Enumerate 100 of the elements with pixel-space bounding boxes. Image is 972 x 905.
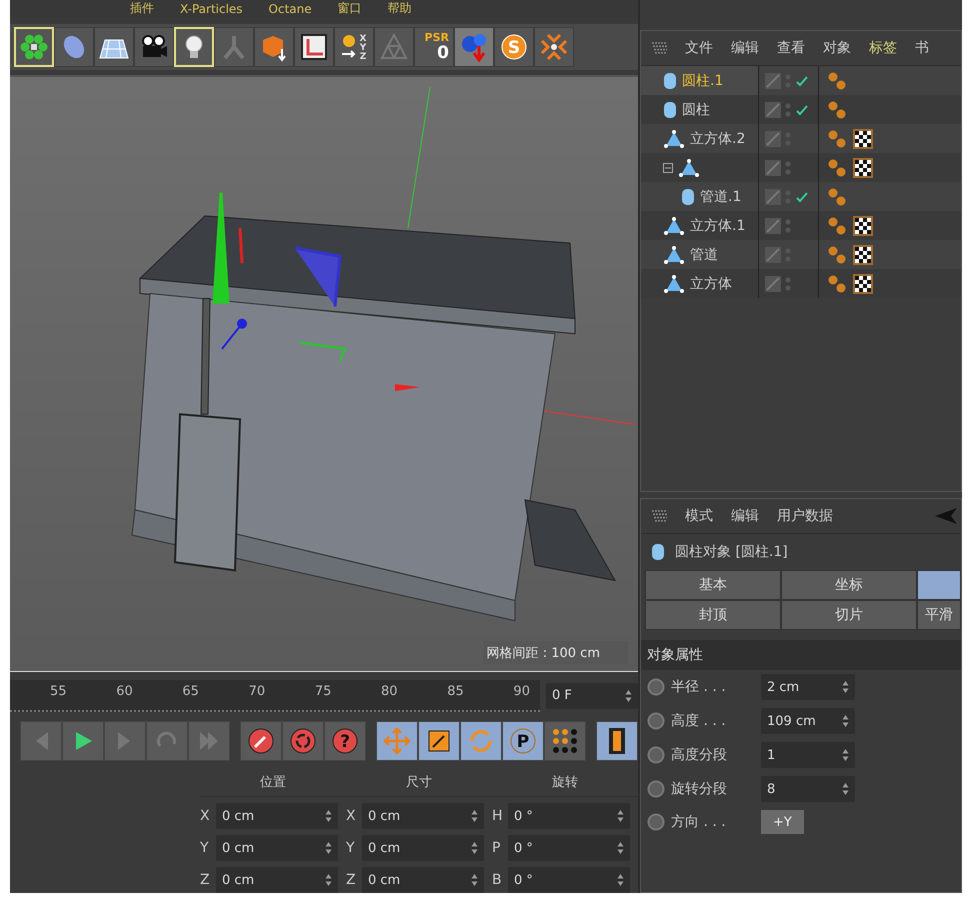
menu-item[interactable]: 查看 (777, 39, 805, 57)
checker-tag-icon[interactable] (853, 244, 873, 264)
collapse-icon[interactable] (663, 162, 673, 172)
mode-button[interactable] (544, 720, 586, 761)
coordinate-field[interactable]: 0 cm (362, 803, 484, 829)
menu-item[interactable]: X-Particles (180, 2, 243, 16)
spinner-arrows-icon[interactable] (471, 809, 478, 823)
checker-tag-icon[interactable] (853, 158, 873, 178)
toolbar-button[interactable] (294, 26, 334, 67)
3d-viewport[interactable]: 网格间距 : 100 cm (10, 75, 638, 672)
phong-tag-icon[interactable] (827, 274, 847, 294)
check-icon[interactable] (795, 190, 809, 204)
menu-item[interactable]: 帮助 (388, 0, 412, 18)
checker-tag-icon[interactable] (853, 128, 873, 148)
coordinate-field[interactable]: 0 cm (362, 835, 484, 861)
menu-item[interactable]: 编辑 (731, 507, 759, 525)
menu-item[interactable]: 对象 (823, 39, 851, 57)
toolbar-button[interactable] (94, 26, 134, 67)
spinner-arrows-icon[interactable] (617, 873, 624, 887)
timeline-ruler[interactable]: 55 60 65 70 75 80 85 90 (10, 680, 540, 712)
keyframe-circle-icon[interactable] (647, 712, 665, 730)
number-field[interactable]: 1 (761, 742, 855, 768)
mode-button[interactable] (460, 720, 502, 761)
menu-item[interactable]: Octane (268, 2, 312, 16)
mode-button[interactable] (376, 720, 418, 761)
render-button[interactable] (596, 720, 638, 761)
checker-tag-icon[interactable] (853, 216, 873, 236)
phong-tag-icon[interactable] (827, 128, 847, 148)
layer-swatch-icon (765, 276, 781, 292)
check-icon[interactable] (795, 102, 809, 116)
keyframe-circle-icon[interactable] (647, 678, 665, 696)
menu-item[interactable]: 插件 (130, 0, 154, 18)
spinner-arrows-icon[interactable] (617, 809, 624, 823)
menu-item[interactable]: 模式 (685, 507, 713, 525)
phong-tag-icon[interactable] (827, 216, 847, 236)
tool-button[interactable]: ? (324, 720, 366, 761)
spinner-arrows-icon[interactable] (471, 873, 478, 887)
spinner-arrows-icon[interactable] (625, 688, 632, 703)
object-name[interactable]: 圆柱 (682, 100, 710, 118)
coordinate-field[interactable]: 0 cm (216, 835, 338, 861)
visibility-dots-icon[interactable] (785, 160, 791, 176)
phong-tag-icon[interactable] (827, 70, 847, 90)
phong-tag-icon[interactable] (827, 100, 847, 120)
visibility-dots-icon[interactable] (785, 218, 791, 234)
object-name[interactable]: 立方体 (690, 274, 732, 292)
phong-tag-icon[interactable] (827, 158, 847, 178)
coordinate-field[interactable]: 0 ° (508, 803, 630, 829)
object-name[interactable]: 立方体.1 (690, 216, 746, 234)
coordinate-field[interactable]: 0 cm (362, 867, 484, 893)
frame-field[interactable]: 0 F (546, 682, 638, 709)
coordinate-field[interactable]: 0 cm (216, 803, 338, 829)
spinner-arrows-icon[interactable] (842, 714, 849, 728)
coordinate-field[interactable]: 0 ° (508, 867, 630, 893)
cycle-icon (288, 726, 318, 756)
attribute-tab[interactable]: 平滑 (917, 600, 961, 630)
spinner-arrows-icon[interactable] (617, 841, 624, 855)
number-field[interactable]: 2 cm (761, 674, 855, 700)
spinner-arrows-icon[interactable] (842, 748, 849, 762)
object-name[interactable]: 立方体.2 (690, 130, 746, 148)
phong-tag-icon[interactable] (827, 244, 847, 264)
number-field[interactable]: 109 cm (761, 708, 855, 734)
coordinate-field[interactable]: 0 ° (508, 835, 630, 861)
spinner-arrows-icon[interactable] (325, 841, 332, 855)
tool-button[interactable] (240, 720, 282, 761)
spinner-arrows-icon[interactable] (325, 873, 332, 887)
keyframe-circle-icon[interactable] (647, 746, 665, 764)
menu-item[interactable]: 文件 (685, 39, 713, 57)
keyframe-circle-icon[interactable] (647, 780, 665, 798)
spinner-arrows-icon[interactable] (842, 782, 849, 796)
toolbar-button[interactable] (254, 26, 294, 67)
attribute-tab[interactable]: 坐标 (781, 570, 917, 600)
spinner-arrows-icon[interactable] (842, 680, 849, 694)
spinner-arrows-icon[interactable] (325, 809, 332, 823)
object-name[interactable]: 管道.1 (700, 188, 742, 206)
phong-tag-icon[interactable] (827, 186, 847, 206)
menu-item[interactable]: 标签 (869, 39, 897, 57)
menu-item[interactable]: 窗口 (338, 0, 362, 18)
number-field[interactable]: 8 (761, 776, 855, 802)
menu-item[interactable]: 用户数据 (777, 507, 833, 525)
visibility-dots-icon[interactable] (785, 102, 791, 118)
psr-button[interactable]: PSR 0 (414, 26, 454, 67)
mode-button[interactable]: P (502, 720, 544, 761)
transport-button[interactable] (62, 720, 104, 761)
checker-tag-icon[interactable] (853, 274, 873, 294)
attribute-tab[interactable] (917, 570, 961, 600)
check-icon[interactable] (795, 74, 809, 88)
menu-item[interactable]: 编辑 (731, 39, 759, 57)
keyframe-circle-icon[interactable] (647, 813, 665, 831)
attribute-tab[interactable]: 封顶 (645, 600, 781, 630)
attribute-tab[interactable]: 切片 (781, 600, 917, 630)
spinner-arrows-icon[interactable] (471, 841, 478, 855)
object-name[interactable]: 管道 (690, 246, 718, 264)
direction-dropdown[interactable]: +Y (761, 810, 804, 834)
attribute-tab[interactable]: 基本 (645, 570, 781, 600)
section-header: 对象属性 (641, 640, 961, 670)
visibility-dots-icon[interactable] (785, 276, 791, 292)
coordinate-field[interactable]: 0 cm (216, 867, 338, 893)
mode-button[interactable] (418, 720, 460, 761)
menu-item[interactable]: 书 (915, 39, 929, 57)
toolbar-button[interactable] (134, 26, 174, 67)
